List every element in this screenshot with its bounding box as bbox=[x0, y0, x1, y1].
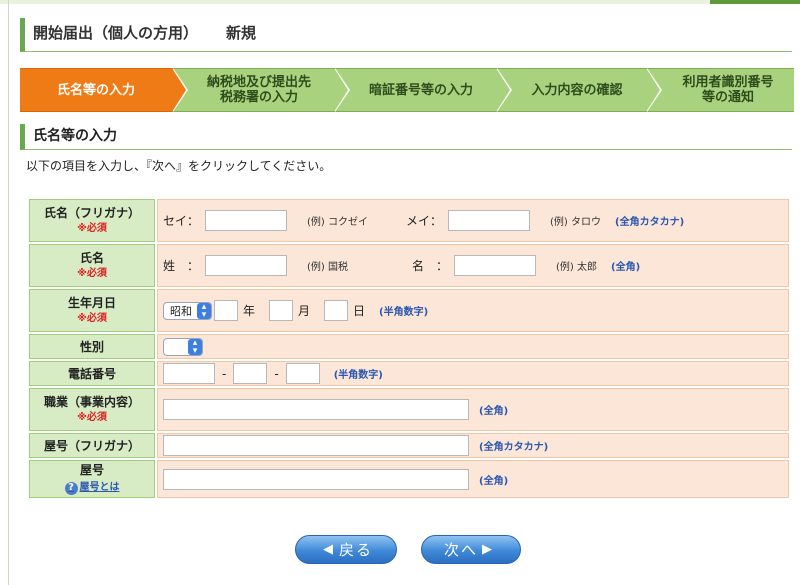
label-name: 氏名 ※必須 bbox=[29, 244, 155, 287]
row-name: 氏名 ※必須 姓 ： (例) 国税 名 ： (例) 太郎 (全角) bbox=[29, 244, 789, 287]
mei-example: (例) 太郎 bbox=[556, 262, 597, 273]
next-button[interactable]: 次へ ▶ bbox=[421, 535, 521, 564]
required-mark: ※必須 bbox=[77, 222, 107, 234]
step-tax-office: 納税地及び提出先 税務署の入力 bbox=[172, 68, 350, 112]
step-label: 利用者識別番号 bbox=[682, 75, 774, 90]
row-birth: 生年月日 ※必須 昭和 ▴ ▾ 年 月 日 (半角数字) bbox=[29, 289, 789, 332]
step-label-2: 等の通知 bbox=[701, 90, 754, 105]
shop-help-link[interactable]: ? 屋号とは bbox=[64, 480, 120, 496]
mei-label: 名 ： bbox=[412, 259, 449, 273]
phone-mid-input[interactable] bbox=[233, 363, 268, 384]
question-icon: ? bbox=[64, 481, 78, 495]
sei-kana-example: (例) コクゼイ bbox=[307, 217, 368, 228]
phone-sep: - bbox=[222, 366, 227, 381]
phone-area-input[interactable] bbox=[163, 363, 215, 384]
step-label: 入力内容の確認 bbox=[531, 82, 623, 98]
gender-select[interactable]: ▴ ▾ bbox=[163, 337, 203, 356]
birth-day-input[interactable] bbox=[324, 300, 349, 321]
name-hint: (全角) bbox=[611, 262, 641, 273]
shop-input[interactable] bbox=[163, 468, 469, 490]
left-rule bbox=[8, 0, 9, 585]
section-title: 氏名等の入力 bbox=[20, 124, 792, 150]
input-form: 氏名（フリガナ） ※必須 セイ： (例) コクゼイ メイ： (例) タロウ (全角… bbox=[27, 197, 791, 500]
row-kana: 氏名（フリガナ） ※必須 セイ： (例) コクゼイ メイ： (例) タロウ (全角… bbox=[29, 199, 789, 242]
row-occupation: 職業（事業内容） ※必須 (全角) bbox=[29, 388, 789, 431]
occupation-input[interactable] bbox=[163, 399, 469, 420]
step-pin-input: 暗証番号等の入力 bbox=[334, 68, 512, 112]
step-label: 納税地及び提出先 bbox=[206, 75, 311, 90]
updown-chevron-icon: ▴ ▾ bbox=[188, 338, 202, 355]
step-label-2: 税務署の入力 bbox=[219, 90, 298, 105]
phone-last-input[interactable] bbox=[285, 363, 320, 384]
step-label: 暗証番号等の入力 bbox=[368, 82, 473, 98]
sei-example: (例) 国税 bbox=[307, 262, 348, 273]
required-mark: ※必須 bbox=[77, 267, 107, 279]
era-select[interactable]: 昭和 ▴ ▾ bbox=[163, 301, 212, 320]
sei-label: 姓 ： bbox=[163, 259, 200, 273]
phone-hint: (半角数字) bbox=[333, 370, 383, 381]
row-gender: 性別 ▴ ▾ bbox=[29, 334, 789, 359]
step-confirm: 入力内容の確認 bbox=[496, 68, 662, 112]
top-accent bbox=[710, 0, 800, 4]
required-mark: ※必須 bbox=[77, 411, 107, 423]
year-unit: 年 bbox=[243, 304, 256, 318]
label-birth: 生年月日 ※必須 bbox=[29, 289, 155, 332]
step-name-input: 氏名等の入力 bbox=[20, 68, 188, 112]
label-kana: 氏名（フリガナ） ※必須 bbox=[29, 199, 155, 242]
phone-sep: - bbox=[274, 366, 279, 381]
label-occupation: 職業（事業内容） ※必須 bbox=[29, 388, 155, 431]
shop-kana-input[interactable] bbox=[163, 435, 469, 456]
sei-kana-label: セイ： bbox=[163, 214, 200, 228]
page-mode: 新規 bbox=[226, 24, 257, 42]
birth-month-input[interactable] bbox=[269, 300, 294, 321]
updown-chevron-icon: ▴ ▾ bbox=[197, 302, 211, 319]
mei-input[interactable] bbox=[454, 255, 537, 276]
page-title: 開始届出（個人の方用） 新規 bbox=[20, 18, 792, 52]
label-shop-kana: 屋号（フリガナ） bbox=[29, 433, 155, 458]
birth-year-input[interactable] bbox=[214, 300, 238, 321]
sei-input[interactable] bbox=[205, 255, 288, 276]
row-phone: 電話番号 - - (半角数字) bbox=[29, 361, 789, 386]
required-mark: ※必須 bbox=[77, 312, 107, 324]
instruction-text: 以下の項目を入力し、『次へ』をクリックしてください。 bbox=[26, 159, 332, 173]
shop-kana-hint: (全角カタカナ) bbox=[479, 442, 549, 453]
mei-kana-example: (例) タロウ bbox=[550, 217, 601, 228]
mei-kana-input[interactable] bbox=[448, 210, 531, 231]
page-title-text: 開始届出（個人の方用） bbox=[33, 24, 199, 42]
birth-hint: (半角数字) bbox=[379, 307, 429, 318]
occupation-hint: (全角) bbox=[479, 406, 509, 417]
top-decoration bbox=[0, 0, 800, 4]
back-button[interactable]: ◀ 戻る bbox=[295, 535, 397, 564]
mei-kana-label: メイ： bbox=[406, 214, 443, 228]
sei-kana-input[interactable] bbox=[205, 210, 288, 231]
row-shop: 屋号 ? 屋号とは (全角) bbox=[29, 460, 789, 498]
day-unit: 日 bbox=[353, 304, 366, 318]
step-notify: 利用者識別番号 等の通知 bbox=[646, 68, 794, 112]
label-shop: 屋号 ? 屋号とは bbox=[29, 460, 155, 498]
row-shop-kana: 屋号（フリガナ） (全角カタカナ) bbox=[29, 433, 789, 458]
right-arrow-icon: ▶ bbox=[482, 542, 494, 557]
shop-hint: (全角) bbox=[479, 475, 509, 487]
step-progress: 氏名等の入力 納税地及び提出先 税務署の入力 暗証番号等の入力 入力内容の確認 利… bbox=[20, 68, 794, 112]
kana-hint: (全角カタカナ) bbox=[615, 217, 685, 228]
month-unit: 月 bbox=[298, 304, 311, 318]
label-gender: 性別 bbox=[29, 334, 155, 359]
label-phone: 電話番号 bbox=[29, 361, 155, 386]
step-label: 氏名等の入力 bbox=[56, 82, 135, 98]
left-arrow-icon: ◀ bbox=[322, 542, 335, 557]
